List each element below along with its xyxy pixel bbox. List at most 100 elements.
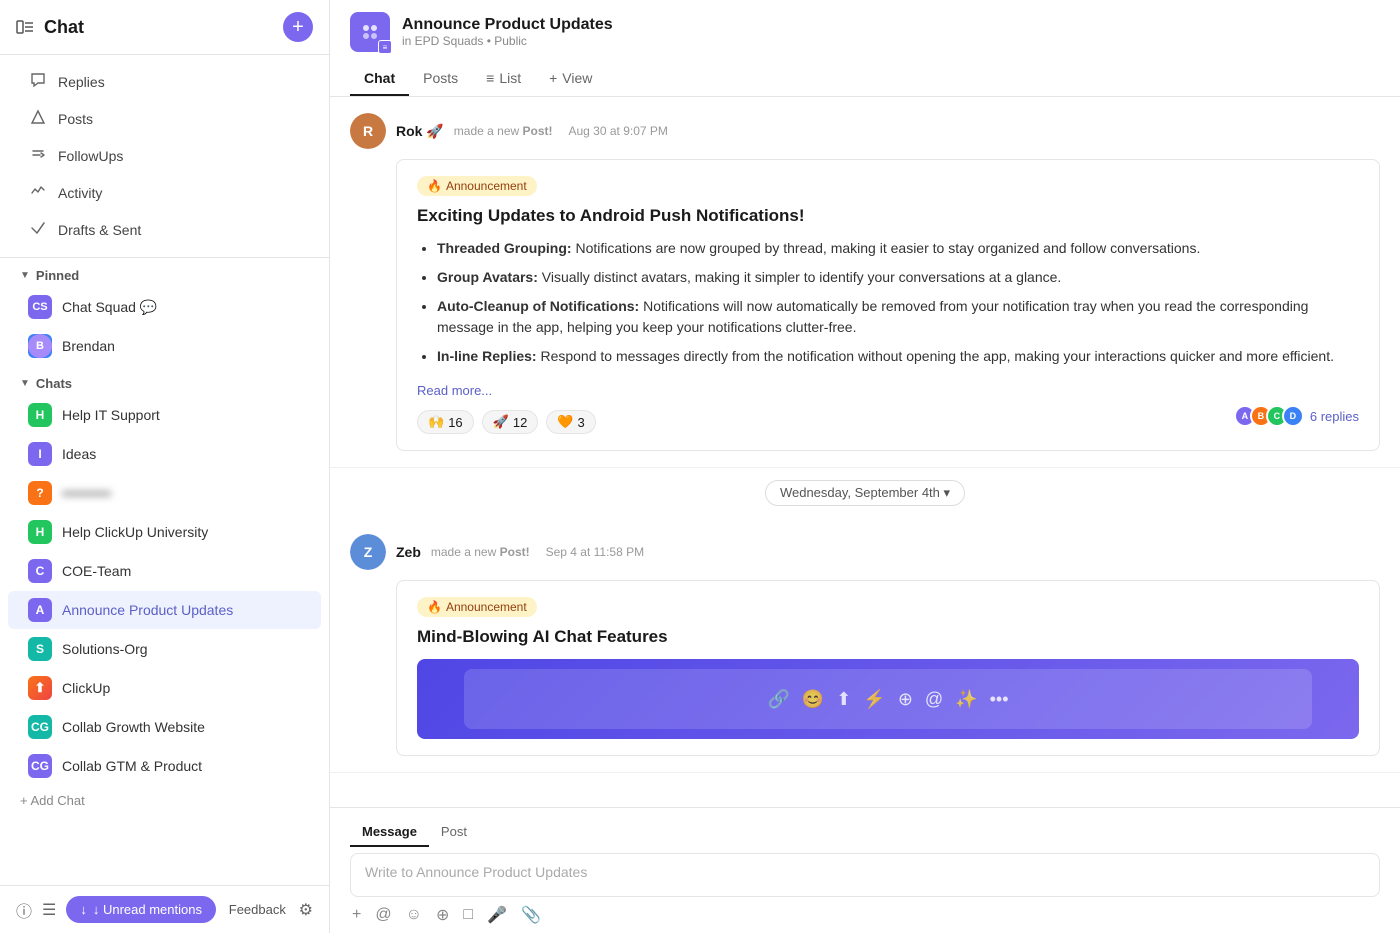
sidebar-nav: Replies Posts FollowUps Activity: [0, 55, 329, 258]
activity-label: Activity: [58, 185, 102, 201]
channel-tabs: Chat Posts ≡ List + View: [350, 62, 1380, 96]
sidebar-item-clickup[interactable]: ⬆ ClickUp: [8, 669, 321, 707]
sidebar-item-solutions-org[interactable]: S Solutions-Org: [8, 630, 321, 668]
sidebar-item-blurred[interactable]: ? ••••••••••: [8, 474, 321, 512]
posts-icon: [28, 109, 48, 129]
help-it-support-label: Help IT Support: [62, 407, 160, 423]
chats-section-header[interactable]: ▼ Chats: [0, 366, 329, 395]
sidebar-item-coe-team[interactable]: C COE-Team: [8, 552, 321, 590]
video-icon[interactable]: □: [463, 906, 473, 924]
channel-header-top: ≡ Announce Product Updates in EPD Squads…: [350, 12, 1380, 52]
sidebar-item-brendan[interactable]: B Brendan: [8, 327, 321, 365]
input-placeholder: Write to Announce Product Updates: [365, 864, 587, 880]
unread-mentions-button[interactable]: ↓ ↓ Unread mentions: [66, 896, 216, 923]
solutions-org-avatar: S: [28, 637, 52, 661]
sidebar-item-drafts[interactable]: Drafts & Sent: [8, 212, 321, 248]
input-tab-message-label: Message: [362, 824, 417, 839]
announcement-badge-2: 🔥 Announcement: [417, 597, 537, 617]
unread-mentions-label: ↓ Unread mentions: [93, 902, 202, 917]
bullet-3: Auto-Cleanup of Notifications: Notificat…: [437, 296, 1359, 338]
message-author-row-2: Z Zeb made a new Post! Sep 4 at 11:58 PM: [350, 534, 1380, 570]
gear-icon[interactable]: ⚙: [299, 900, 313, 920]
message-author-row-1: R Rok 🚀 made a new Post! Aug 30 at 9:07 …: [350, 113, 1380, 149]
feedback-label[interactable]: Feedback: [229, 902, 286, 917]
followups-label: FollowUps: [58, 148, 123, 164]
announce-avatar: A: [28, 598, 52, 622]
sidebar-item-followups[interactable]: FollowUps: [8, 138, 321, 174]
sidebar-toggle-icon[interactable]: [16, 18, 34, 36]
message-input[interactable]: Write to Announce Product Updates: [350, 853, 1380, 897]
sidebar-item-chat-squad[interactable]: CS Chat Squad 💬: [8, 288, 321, 326]
chat-squad-label: Chat Squad 💬: [62, 299, 157, 316]
add-chat-button[interactable]: +: [283, 12, 313, 42]
channel-avatar-badge: ≡: [378, 40, 392, 54]
replies-count-1[interactable]: 6 replies: [1310, 409, 1359, 424]
plus-toolbar-icon[interactable]: +: [352, 906, 361, 924]
reactions-row-1: 🙌 16 🚀 12 🧡 3: [417, 398, 1359, 434]
sidebar-item-collab-growth[interactable]: CG Collab Growth Website: [8, 708, 321, 746]
sidebar-title: Chat: [44, 17, 84, 38]
sidebar-item-collab-gtm[interactable]: CG Collab GTM & Product: [8, 747, 321, 785]
sidebar-item-activity[interactable]: Activity: [8, 175, 321, 211]
zeb-action: made a new Post!: [431, 545, 530, 559]
post-title-1: Exciting Updates to Android Push Notific…: [417, 206, 1359, 226]
list-icon[interactable]: ☰: [42, 900, 56, 920]
mic-icon[interactable]: 🎤: [487, 905, 507, 925]
sidebar-header-left: Chat: [16, 17, 84, 38]
clickup-avatar: ⬆: [28, 676, 52, 700]
info-icon[interactable]: ⓘ: [16, 898, 32, 922]
tab-view[interactable]: + View: [535, 62, 606, 96]
emoji-icon[interactable]: ☺: [406, 906, 422, 924]
read-more-link-1[interactable]: Read more...: [417, 383, 492, 398]
channel-name: Announce Product Updates: [402, 16, 613, 34]
list-tab-icon: ≡: [486, 70, 494, 86]
main-content: ≡ Announce Product Updates in EPD Squads…: [330, 0, 1400, 933]
help-clickup-label: Help ClickUp University: [62, 524, 208, 540]
mention-icon[interactable]: @: [375, 906, 391, 924]
bullet-4: In-line Replies: Respond to messages dir…: [437, 346, 1359, 367]
tab-list-label: List: [499, 70, 521, 86]
chats-label: Chats: [36, 376, 72, 391]
drafts-label: Drafts & Sent: [58, 222, 141, 238]
collab-growth-avatar: CG: [28, 715, 52, 739]
attach-icon[interactable]: 📎: [521, 905, 541, 925]
chat-area[interactable]: R Rok 🚀 made a new Post! Aug 30 at 9:07 …: [330, 97, 1400, 807]
chat-squad-avatar: CS: [28, 295, 52, 319]
bullet-2: Group Avatars: Visually distinct avatars…: [437, 267, 1359, 288]
posts-label: Posts: [58, 111, 93, 127]
sidebar-item-ideas[interactable]: I Ideas: [8, 435, 321, 473]
date-badge[interactable]: Wednesday, September 4th ▾: [765, 480, 965, 506]
input-tab-post[interactable]: Post: [429, 818, 479, 847]
heart-emoji: 🧡: [557, 414, 573, 430]
tab-list[interactable]: ≡ List: [472, 62, 535, 96]
rocket-count: 12: [513, 415, 527, 430]
input-tabs: Message Post: [350, 818, 1380, 847]
post-card-1: 🔥 Announcement Exciting Updates to Andro…: [396, 159, 1380, 451]
sidebar-item-help-it-support[interactable]: H Help IT Support: [8, 396, 321, 434]
reaction-clap[interactable]: 🙌 16: [417, 410, 474, 434]
collab-growth-label: Collab Growth Website: [62, 719, 205, 735]
tab-posts[interactable]: Posts: [409, 62, 472, 96]
clap-count: 16: [448, 415, 462, 430]
reaction-rocket[interactable]: 🚀 12: [482, 410, 539, 434]
add-chat-item[interactable]: + Add Chat: [0, 786, 329, 815]
rok-timestamp: Aug 30 at 9:07 PM: [569, 124, 668, 138]
solutions-org-label: Solutions-Org: [62, 641, 148, 657]
reaction-add-icon[interactable]: ⊕: [436, 905, 449, 925]
sidebar-item-posts[interactable]: Posts: [8, 101, 321, 137]
sidebar-scroll: Replies Posts FollowUps Activity: [0, 55, 329, 885]
clap-emoji: 🙌: [428, 414, 444, 430]
rok-action: made a new Post!: [454, 124, 553, 138]
replies-icon: [28, 72, 48, 92]
sidebar-item-help-clickup[interactable]: H Help ClickUp University: [8, 513, 321, 551]
date-label: Wednesday, September 4th ▾: [780, 485, 950, 501]
tab-chat[interactable]: Chat: [350, 62, 409, 96]
pinned-section-header[interactable]: ▼ Pinned: [0, 258, 329, 287]
sidebar-item-replies[interactable]: Replies: [8, 64, 321, 100]
input-tab-message[interactable]: Message: [350, 818, 429, 847]
sidebar: Chat + Replies Posts FollowUps: [0, 0, 330, 933]
replies-label: Replies: [58, 74, 105, 90]
sidebar-item-announce[interactable]: A Announce Product Updates: [8, 591, 321, 629]
reaction-heart[interactable]: 🧡 3: [546, 410, 595, 434]
reply-avatars-1: A B C D: [1234, 405, 1304, 427]
